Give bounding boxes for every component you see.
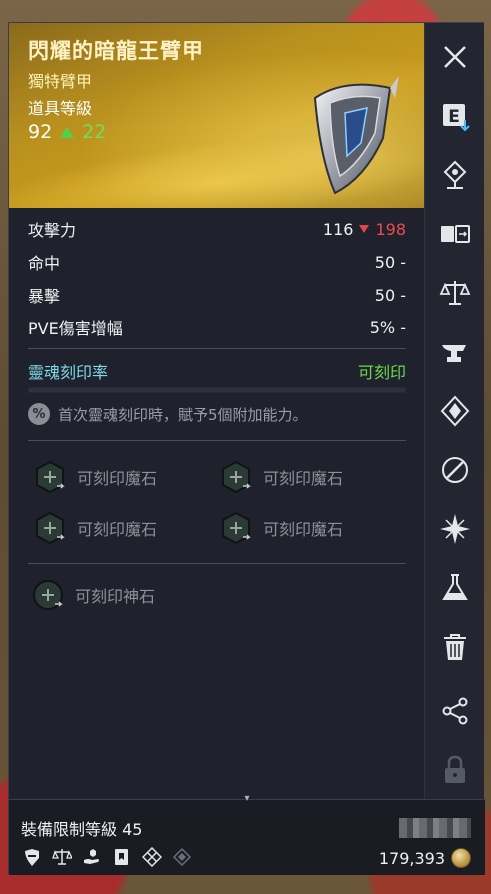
anvil-icon <box>442 345 466 362</box>
empty-slot-hex-icon <box>221 460 251 494</box>
decrease-arrow-icon <box>359 225 370 233</box>
bracer-item-icon <box>313 76 399 195</box>
slot-label: 可刻印魔石 <box>77 520 158 539</box>
equip-button[interactable]: E <box>437 98 473 134</box>
cycle-slash-icon <box>442 457 468 483</box>
stat-current-value: 116 <box>322 219 354 239</box>
book-icon <box>111 846 133 868</box>
fade-diamond-icon <box>171 846 193 868</box>
hand-trade-icon <box>81 846 103 868</box>
stat-value: 5% - <box>369 317 406 337</box>
soul-engrave-progress-bar <box>28 387 406 393</box>
location-pin-icon <box>443 160 467 189</box>
stat-row-critical: 暴擊 50 - <box>28 283 406 307</box>
diamond-grid-icon <box>141 846 163 868</box>
item-level-label: 道具等級 <box>28 99 93 118</box>
item-level-row: 92 22 <box>28 121 106 143</box>
lock-icon <box>445 755 465 783</box>
locate-button[interactable] <box>437 157 473 193</box>
awaken-button[interactable] <box>437 511 473 547</box>
item-price: 179,393 <box>379 848 471 868</box>
stat-compare-value: 198 <box>375 219 406 239</box>
slot-label: 可刻印魔石 <box>263 520 344 539</box>
scale-icon <box>439 281 471 305</box>
empty-slot-hex-icon <box>221 511 251 545</box>
enhance-button[interactable] <box>437 393 473 429</box>
close-icon <box>444 46 466 68</box>
scale-icon <box>51 846 73 868</box>
stat-row-attack: 攻擊力 116 198 <box>28 217 406 241</box>
upgrade-arrow-icon <box>60 126 75 138</box>
divider <box>28 440 406 441</box>
action-sidebar: E <box>424 23 484 799</box>
empty-slot-hex-icon <box>35 511 65 545</box>
extract-button[interactable] <box>437 570 473 606</box>
divider <box>28 563 406 564</box>
item-level-value: 92 <box>28 121 53 143</box>
stat-name: 攻擊力 <box>28 221 77 240</box>
empty-slot-hex-icon <box>35 460 65 494</box>
expand-chevron-icon[interactable]: ▾ <box>241 793 253 805</box>
compare-button[interactable] <box>437 216 473 252</box>
soul-engrave-label: 靈魂刻印率 <box>28 363 109 382</box>
stat-row-pve-damage: PVE傷害增幅 5% - <box>28 315 406 339</box>
blurred-seller-name <box>399 818 471 838</box>
equip-requirement: 裝備限制等級 45 <box>21 820 143 839</box>
trade-button[interactable] <box>437 275 473 311</box>
flask-icon <box>442 574 468 600</box>
stat-value: 50 - <box>374 285 406 305</box>
stat-name: PVE傷害增幅 <box>28 319 123 338</box>
magic-stone-slot[interactable]: 可刻印魔石 <box>221 460 344 494</box>
stat-name: 暴擊 <box>28 287 61 306</box>
soul-engrave-info-text: 首次靈魂刻印時，賦予5個附加能力。 <box>58 405 308 424</box>
item-details: 閃耀的暗龍王臂甲 獨特臂甲 道具等級 92 22 攻擊力 116 198 命中 … <box>9 23 424 799</box>
magic-stone-slot[interactable]: 可刻印魔石 <box>35 511 158 545</box>
close-button[interactable] <box>437 39 473 75</box>
percent-icon: % <box>28 403 50 425</box>
convert-button[interactable] <box>437 452 473 488</box>
stat-value: 116 198 <box>323 220 406 239</box>
armor-icon <box>21 846 43 868</box>
stat-name: 命中 <box>28 254 61 273</box>
silver-coin-icon <box>451 848 471 868</box>
item-tooltip-panel: 閃耀的暗龍王臂甲 獨特臂甲 道具等級 92 22 攻擊力 116 198 命中 … <box>8 22 485 875</box>
lock-button[interactable] <box>437 752 473 788</box>
slot-label: 可刻印神石 <box>75 587 156 606</box>
star-burst-icon <box>440 514 470 544</box>
magic-stone-slot[interactable]: 可刻印魔石 <box>35 460 158 494</box>
soul-engrave-info: % 首次靈魂刻印時，賦予5個附加能力。 <box>28 403 308 425</box>
item-property-icons <box>21 846 193 868</box>
delete-button[interactable] <box>437 629 473 665</box>
stat-row-accuracy: 命中 50 - <box>28 250 406 274</box>
item-level-upgrade: 22 <box>82 121 107 143</box>
soul-engrave-row: 靈魂刻印率 可刻印 <box>28 359 406 383</box>
trash-icon <box>444 634 466 660</box>
empty-slot-circle-icon <box>33 580 63 610</box>
magic-stone-slot[interactable]: 可刻印魔石 <box>221 511 344 545</box>
diamond-emblem-icon <box>440 395 470 427</box>
item-name: 閃耀的暗龍王臂甲 <box>28 39 204 63</box>
item-footer: ▾ 裝備限制等級 45 179,393 <box>9 793 485 875</box>
soul-engrave-status: 可刻印 <box>357 363 406 382</box>
god-stone-slot[interactable]: 可刻印神石 <box>33 580 155 610</box>
slot-label: 可刻印魔石 <box>77 469 158 488</box>
price-value: 179,393 <box>378 848 445 868</box>
divider <box>28 348 406 349</box>
share-button[interactable] <box>437 693 473 729</box>
smith-button[interactable] <box>437 334 473 370</box>
item-grade: 獨特臂甲 <box>28 72 93 91</box>
equip-e-icon: E <box>443 104 470 132</box>
stat-value: 50 - <box>374 252 406 272</box>
compare-cards-icon <box>441 225 470 243</box>
svg-text:E: E <box>448 107 460 127</box>
slot-label: 可刻印魔石 <box>263 469 344 488</box>
item-header: 閃耀的暗龍王臂甲 獨特臂甲 道具等級 92 22 <box>9 23 424 208</box>
share-icon <box>442 697 468 725</box>
